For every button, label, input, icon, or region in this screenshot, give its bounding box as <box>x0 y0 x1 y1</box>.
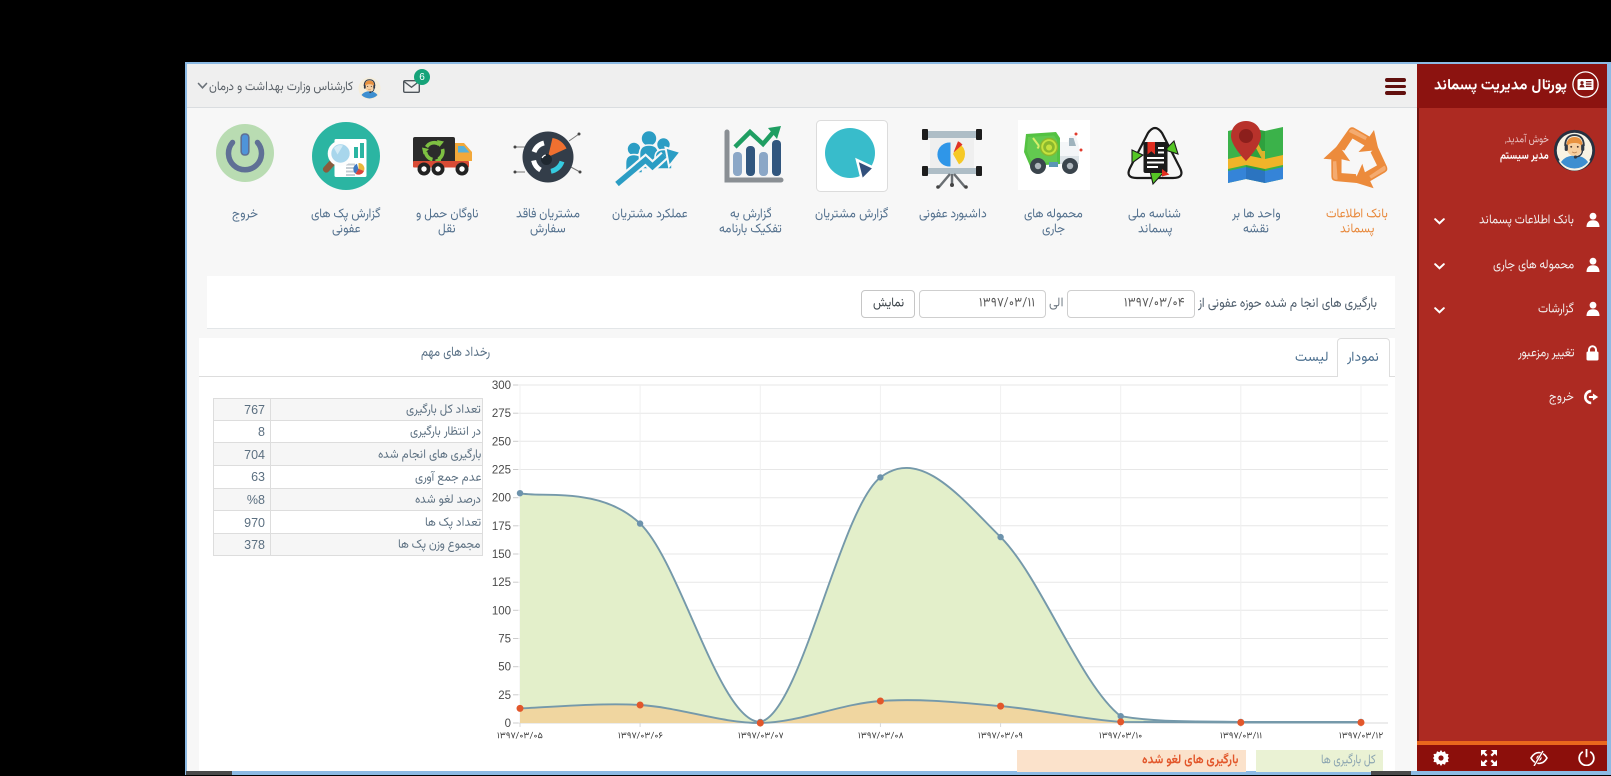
svg-text:125: 125 <box>492 577 511 589</box>
svg-text:175: 175 <box>492 521 511 533</box>
svg-text:275: 275 <box>492 408 511 420</box>
svg-text:25: 25 <box>498 690 511 702</box>
svg-text:75: 75 <box>498 634 511 646</box>
svg-text:200: 200 <box>492 493 511 505</box>
svg-text:300: 300 <box>492 380 511 392</box>
svg-text:250: 250 <box>492 436 511 448</box>
svg-text:150: 150 <box>492 549 511 561</box>
svg-text:50: 50 <box>498 662 511 674</box>
svg-text:225: 225 <box>492 465 511 477</box>
svg-text:100: 100 <box>492 605 511 617</box>
